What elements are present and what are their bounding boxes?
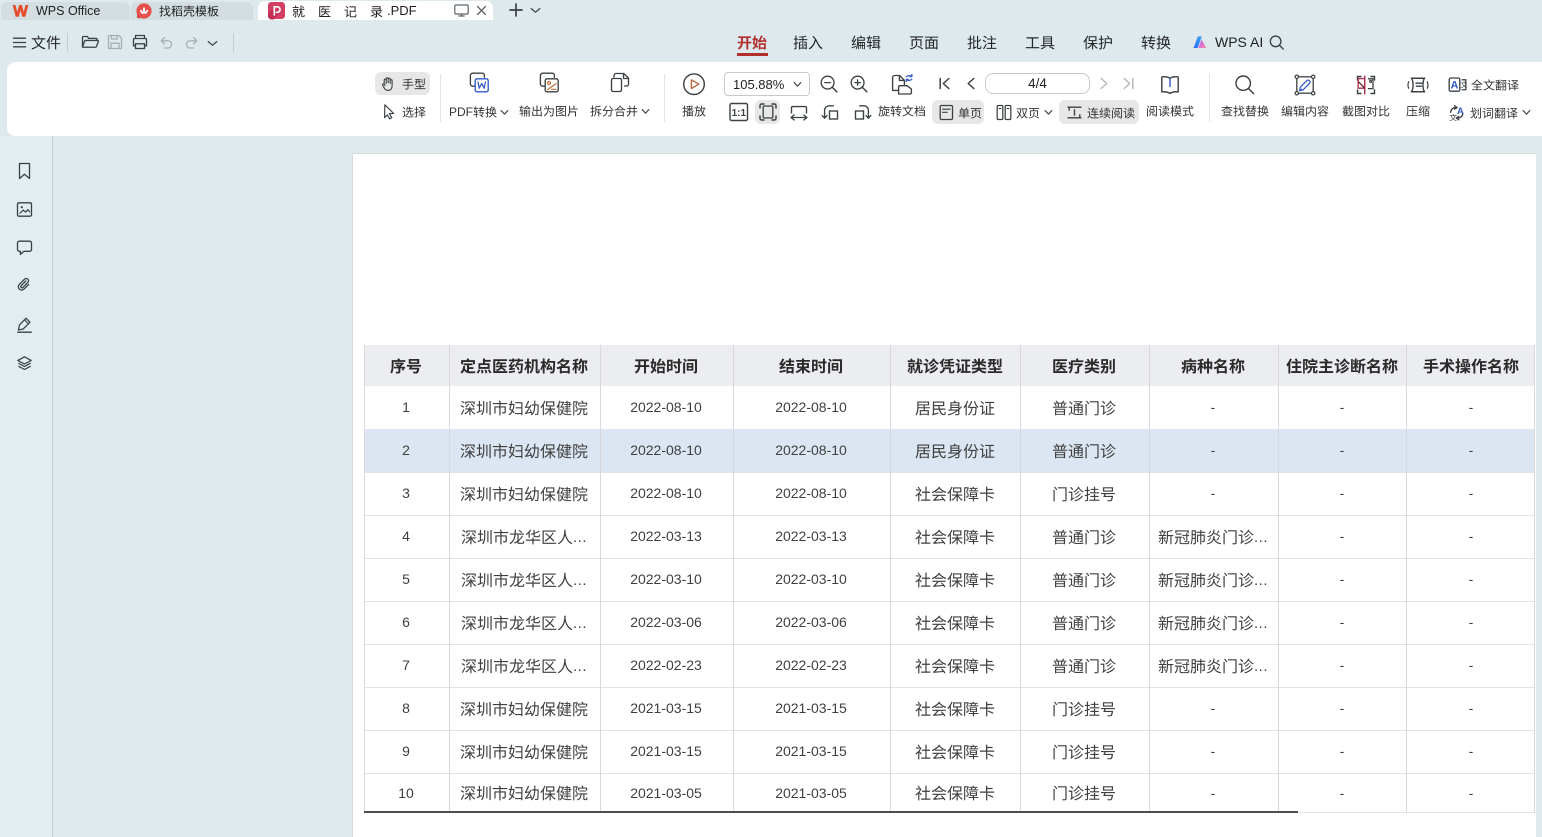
svg-text:1:1: 1:1 [732, 108, 747, 119]
svg-text:A: A [1451, 80, 1459, 92]
svg-text:A: A [1457, 106, 1464, 117]
